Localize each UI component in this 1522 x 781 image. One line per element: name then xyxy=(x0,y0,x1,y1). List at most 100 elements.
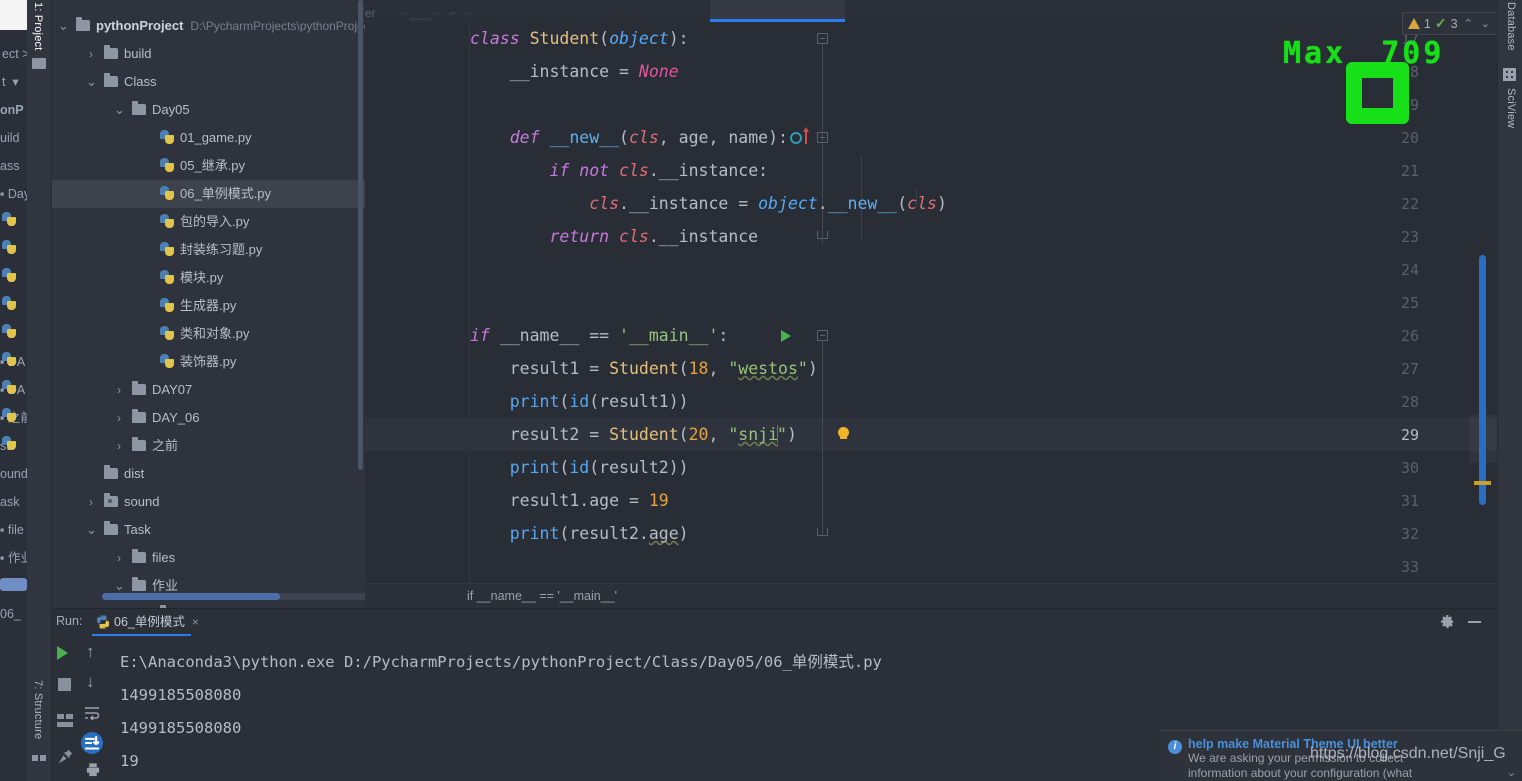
pin-icon[interactable] xyxy=(57,748,74,765)
python-file-icon xyxy=(160,242,175,257)
chevron-down-icon[interactable]: ⌄ xyxy=(1479,17,1492,30)
code-line[interactable]: if not cls.__instance: xyxy=(470,154,768,187)
tree-file-item[interactable]: 06_单例模式.py xyxy=(52,180,365,208)
chevron-right-icon[interactable]: › xyxy=(114,376,124,404)
code-line[interactable]: return cls.__instance xyxy=(470,220,758,253)
chevron-right-icon[interactable]: › xyxy=(114,544,124,572)
warning-marker[interactable] xyxy=(1474,481,1491,485)
tool-window-structure[interactable]: 7: Structure xyxy=(32,680,44,739)
code-line[interactable]: class Student(object): xyxy=(470,22,689,55)
gear-icon[interactable] xyxy=(1440,614,1455,629)
info-icon: i xyxy=(1168,740,1182,754)
run-tab-label: 06_单例模式 xyxy=(114,615,185,629)
tool-window-sciview[interactable]: SciView xyxy=(1505,88,1517,128)
code-line[interactable]: __instance = None xyxy=(470,55,679,88)
tree-item-label: Task xyxy=(124,522,151,537)
folder-icon xyxy=(132,409,146,423)
editor-tab-bar[interactable]: er ··· ___ ··· ⌐ ··· xyxy=(365,0,1497,22)
tree-folder-item[interactable]: ⌄ Day05 xyxy=(52,96,365,124)
tree-folder-item[interactable]: › 之前 xyxy=(52,432,365,460)
tool-window-project[interactable]: 1: Project xyxy=(32,2,44,50)
chevron-up-icon[interactable]: ⌃ xyxy=(1462,17,1475,30)
close-icon[interactable]: × xyxy=(192,609,199,636)
tree-horizontal-scrollbar[interactable] xyxy=(102,593,365,600)
tree-folder-item[interactable]: › files xyxy=(52,544,365,572)
python-file-icon xyxy=(160,298,175,313)
print-icon[interactable] xyxy=(85,762,101,777)
rerun-icon[interactable] xyxy=(57,646,68,660)
tree-file-item[interactable]: 包的导入.py xyxy=(52,208,365,236)
python-file-icon xyxy=(2,380,18,396)
editor-vertical-scrollbar[interactable] xyxy=(1479,255,1486,505)
folder-dotted-icon xyxy=(104,493,118,507)
tree-file-item[interactable]: 01_game.py xyxy=(52,124,365,152)
console-line: 19 xyxy=(120,752,139,770)
tree-file-item[interactable]: 装饰器.py xyxy=(52,348,365,376)
tree-folder-item[interactable]: › DAY07 xyxy=(52,376,365,404)
tree-folder-item[interactable]: › DAY_06 xyxy=(52,404,365,432)
tree-folder-item[interactable]: ⌄ Task xyxy=(52,516,365,544)
tree-file-item[interactable]: 类和对象.py xyxy=(52,320,365,348)
python-file-icon xyxy=(2,408,18,424)
tree-folder-item[interactable]: ⌄ Class xyxy=(52,68,365,96)
tree-folder-item[interactable]: ⌄ pythonProject D:\PycharmProjects\pythonP… xyxy=(52,12,365,40)
scroll-to-end-icon[interactable] xyxy=(81,732,103,754)
chevron-right-icon[interactable]: › xyxy=(114,404,124,432)
chevron-down-icon[interactable]: ⌄ xyxy=(86,68,97,96)
inspections-widget[interactable]: 1 ✓ 3 ⌃ ⌄ xyxy=(1401,12,1498,35)
tree-folder-item[interactable]: › sound xyxy=(52,488,365,516)
python-file-icon xyxy=(2,324,18,340)
scroll-down-icon[interactable]: ↓ xyxy=(86,672,95,692)
code-line[interactable]: print(id(result2)) xyxy=(470,451,689,484)
tool-window-database[interactable]: Database xyxy=(1505,2,1517,51)
structure-icon-2 xyxy=(40,755,46,761)
code-line[interactable]: result1 = Student(18, "westos") xyxy=(470,352,818,385)
soft-wrap-icon[interactable] xyxy=(84,706,100,720)
chevron-down-icon[interactable]: ⌄ xyxy=(58,12,69,40)
console-line: 1499185508080 xyxy=(120,719,242,737)
editor-gutter[interactable] xyxy=(365,22,470,608)
chevron-right-icon[interactable]: › xyxy=(86,488,96,516)
tree-file-item[interactable]: 生成器.py xyxy=(52,292,365,320)
code-line[interactable]: if __name__ == '__main__': xyxy=(470,319,728,352)
chevron-down-icon[interactable]: ⌄ xyxy=(86,516,97,544)
tree-folder-item[interactable]: › build xyxy=(52,40,365,68)
chevron-down-icon[interactable]: ⌄ xyxy=(114,96,125,124)
tree-folder-item[interactable]: › build xyxy=(52,600,365,608)
tree-file-item[interactable]: 05_继承.py xyxy=(52,152,365,180)
tree-file-item[interactable]: 封装练习题.py xyxy=(52,236,365,264)
chevron-right-icon[interactable]: › xyxy=(114,432,124,460)
breadcrumb[interactable]: if __name__ == '__main__' xyxy=(365,583,1497,608)
code-line[interactable]: def __new__(cls, age, name): xyxy=(470,121,788,154)
tree-item-label: 05_继承.py xyxy=(180,158,246,173)
tree-vertical-scrollbar[interactable] xyxy=(358,0,363,600)
chevron-right-icon[interactable]: › xyxy=(86,40,96,68)
layout-icon-c xyxy=(57,722,73,727)
layout-icon[interactable] xyxy=(57,714,64,719)
python-file-icon xyxy=(2,296,18,312)
stop-icon[interactable] xyxy=(58,678,71,691)
chevron-down-icon[interactable]: ⌄ xyxy=(1507,766,1516,779)
folder-icon xyxy=(76,17,90,31)
code-line[interactable]: result1.age = 19 xyxy=(470,484,669,517)
pycharm-window: ect > t ▾ onP uild ass ▪ Day ▪ DA ▪ DA ▪… xyxy=(0,0,1522,781)
run-tab[interactable]: 06_单例模式 × xyxy=(92,609,199,636)
project-tool-window[interactable]: ⌄ pythonProject D:\PycharmProjects\pythonP… xyxy=(52,0,365,608)
layout-icon-b xyxy=(66,714,73,719)
console-toolbar[interactable]: ↑ ↓ xyxy=(52,636,110,781)
code-editor[interactable]: er ··· ___ ··· ⌐ ··· 17 18 19 20 21 22 23 24 25 26… xyxy=(365,0,1497,608)
chevron-right-icon[interactable]: › xyxy=(142,600,152,608)
tree-folder-item[interactable]: dist xyxy=(52,460,365,488)
python-file-icon xyxy=(160,214,175,229)
code-text[interactable]: class Student(object): __instance = None… xyxy=(470,22,1497,608)
tree-file-item[interactable]: 模块.py xyxy=(52,264,365,292)
ghost-text: 06_ xyxy=(0,607,21,621)
tree-item-label: 01_game.py xyxy=(180,130,252,145)
code-line[interactable]: print(result2.age) xyxy=(470,517,689,550)
minimize-icon[interactable] xyxy=(1468,621,1481,623)
scroll-up-icon[interactable]: ↑ xyxy=(86,642,95,662)
tree-item-label: dist xyxy=(124,466,145,481)
code-line[interactable]: cls.__instance = object.__new__(cls) xyxy=(470,187,947,220)
code-line[interactable]: print(id(result1)) xyxy=(470,385,689,418)
code-line[interactable]: result2 = Student(20, "snji") xyxy=(470,418,797,451)
